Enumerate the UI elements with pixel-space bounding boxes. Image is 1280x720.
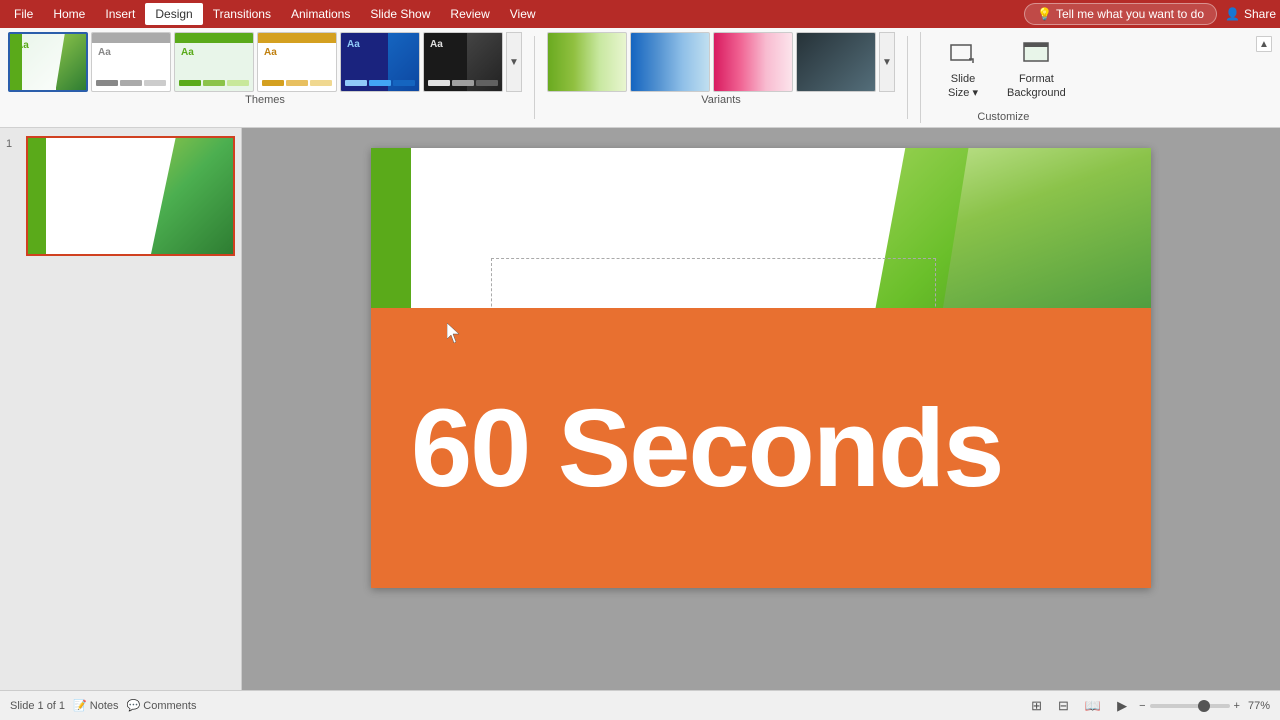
reading-view-button[interactable]: 📖	[1081, 696, 1105, 716]
main-area: 1 Click to add title sub	[0, 128, 1280, 690]
slide-number-1: 1	[6, 136, 22, 150]
orange-overlay: 60 Seconds	[371, 308, 1151, 588]
menu-view[interactable]: View	[500, 3, 546, 25]
search-icon: 💡	[1037, 7, 1052, 21]
variant-thumb-3[interactable]	[713, 32, 793, 92]
zoom-percent: 77%	[1248, 700, 1270, 712]
zoom-in-button[interactable]: +	[1234, 700, 1240, 712]
theme-thumb-6[interactable]: Aa	[423, 32, 503, 92]
menu-file[interactable]: File	[4, 3, 43, 25]
slide-thumb[interactable]	[26, 136, 235, 256]
slide-count: Slide 1 of 1	[10, 700, 65, 712]
themes-section: Aa Aa Aa	[8, 32, 522, 123]
comments-button[interactable]: 💬 Comments	[127, 699, 197, 712]
divider-1	[534, 36, 535, 119]
slide-sorter-button[interactable]: ⊟	[1054, 696, 1073, 716]
zoom-thumb[interactable]	[1198, 700, 1210, 712]
theme-thumb-2[interactable]: Aa	[91, 32, 171, 92]
theme-thumb-3[interactable]: Aa	[174, 32, 254, 92]
canvas-area: Click to add title subtitle 60 Seconds	[242, 128, 1280, 690]
menu-review[interactable]: Review	[440, 3, 499, 25]
menu-design[interactable]: Design	[145, 3, 202, 25]
theme-5-label: Aa	[347, 39, 360, 50]
share-button[interactable]: 👤 Share	[1225, 7, 1276, 21]
share-icon: 👤	[1225, 7, 1240, 21]
customize-section: SlideSize ▾ FormatBackground Customize	[920, 32, 1078, 123]
variant-thumb-1[interactable]	[547, 32, 627, 92]
variant-thumb-4[interactable]	[796, 32, 876, 92]
variants-section: ▼ Variants	[547, 32, 895, 123]
format-background-button[interactable]: FormatBackground	[999, 41, 1074, 101]
slide-canvas[interactable]: Click to add title subtitle 60 Seconds	[371, 148, 1151, 588]
format-background-icon	[1022, 41, 1050, 71]
menu-insert[interactable]: Insert	[95, 3, 145, 25]
theme-thumb-4[interactable]: Aa	[257, 32, 337, 92]
slide-size-icon	[949, 41, 977, 71]
menu-bar: File Home Insert Design Transitions Anim…	[0, 0, 1280, 28]
slide-thumbnail-1[interactable]: 1	[6, 136, 235, 256]
menu-animations[interactable]: Animations	[281, 3, 360, 25]
overlay-text: 60 Seconds	[411, 385, 1002, 512]
zoom-out-button[interactable]: −	[1139, 700, 1145, 712]
search-bar[interactable]: 💡 Tell me what you want to do	[1024, 3, 1217, 25]
variant-thumb-2[interactable]	[630, 32, 710, 92]
ribbon: Aa Aa Aa	[0, 28, 1280, 128]
share-label: Share	[1244, 7, 1276, 21]
notes-button[interactable]: 📝 Notes	[73, 699, 119, 712]
menu-home[interactable]: Home	[43, 3, 95, 25]
collapse-ribbon-button[interactable]: ▲	[1256, 36, 1272, 52]
slide-size-label: SlideSize ▾	[948, 73, 978, 99]
normal-view-button[interactable]: ⊞	[1027, 696, 1046, 716]
presenter-view-button[interactable]: ▶	[1113, 696, 1131, 716]
theme-1-label: Aa	[16, 40, 29, 51]
slide-size-button[interactable]: SlideSize ▾	[933, 41, 993, 101]
theme-thumb-5[interactable]: Aa	[340, 32, 420, 92]
slide-panel: 1	[0, 128, 242, 690]
search-label: Tell me what you want to do	[1056, 7, 1204, 21]
menu-transitions[interactable]: Transitions	[203, 3, 281, 25]
variants-scroll-down[interactable]: ▼	[879, 32, 895, 92]
divider-2	[907, 36, 908, 119]
theme-4-label: Aa	[264, 47, 277, 58]
theme-6-label: Aa	[430, 39, 443, 50]
format-background-label: FormatBackground	[1007, 73, 1066, 99]
customize-label: Customize	[933, 111, 1074, 123]
theme-2-label: Aa	[98, 47, 111, 58]
themes-label: Themes	[8, 94, 522, 106]
variants-label: Variants	[547, 94, 895, 106]
menu-slideshow[interactable]: Slide Show	[360, 3, 440, 25]
zoom-track[interactable]	[1150, 704, 1230, 708]
zoom-slider: − +	[1139, 700, 1240, 712]
themes-scroll-down[interactable]: ▼	[506, 32, 522, 92]
status-bar: Slide 1 of 1 📝 Notes 💬 Comments ⊞ ⊟ 📖 ▶ …	[0, 690, 1280, 720]
theme-thumb-1[interactable]: Aa	[8, 32, 88, 92]
theme-3-label: Aa	[181, 47, 194, 58]
